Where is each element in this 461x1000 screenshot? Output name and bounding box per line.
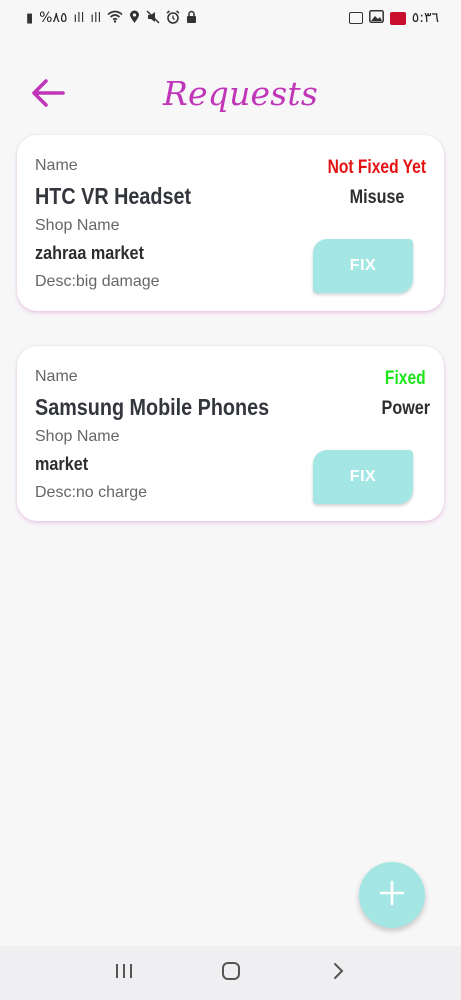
page-title: Requests xyxy=(163,74,319,113)
location-icon xyxy=(129,10,140,27)
back-button[interactable] xyxy=(28,78,68,112)
clock: ٥:٣٦ xyxy=(411,10,439,26)
name-label: Name xyxy=(35,157,78,174)
home-button[interactable] xyxy=(211,953,251,993)
wifi-icon xyxy=(107,10,123,26)
fix-button[interactable]: FIX xyxy=(313,450,413,504)
name-label: Name xyxy=(35,368,78,385)
battery-icon: ▮ xyxy=(26,10,34,26)
back-chevron-icon xyxy=(331,961,345,986)
notification-icon xyxy=(348,12,363,24)
lock-icon xyxy=(186,10,197,27)
mute-icon xyxy=(146,9,160,27)
fix-button[interactable]: FIX xyxy=(313,239,413,293)
problem-type: Power xyxy=(381,398,430,419)
status-badge: Fixed xyxy=(385,368,426,389)
description: Desc:no charge xyxy=(35,484,148,501)
shop-label: Shop Name xyxy=(35,217,120,234)
request-card[interactable]: Name HTC VR Headset Shop Name zahraa mar… xyxy=(17,135,444,311)
plus-icon xyxy=(379,880,405,911)
recent-apps-button[interactable] xyxy=(104,953,144,993)
app-header: Requests xyxy=(0,72,461,122)
recent-apps-icon xyxy=(114,962,134,985)
description: Desc:big damage xyxy=(35,273,160,290)
app-notification-icon xyxy=(389,11,406,25)
product-name: Samsung Mobile Phones xyxy=(35,394,270,420)
shop-name: market xyxy=(35,454,89,474)
request-card[interactable]: Name Samsung Mobile Phones Shop Name mar… xyxy=(17,346,444,521)
add-request-button[interactable] xyxy=(359,862,425,928)
product-name: HTC VR Headset xyxy=(35,183,192,209)
shop-label: Shop Name xyxy=(35,428,120,445)
system-nav-bar xyxy=(0,946,461,1000)
status-right: ٥:٣٦ xyxy=(348,10,439,26)
nav-back-button[interactable] xyxy=(318,953,358,993)
status-badge: Not Fixed Yet xyxy=(327,157,426,178)
gallery-icon xyxy=(368,10,384,26)
signal-icon: ıll xyxy=(73,10,85,26)
home-icon xyxy=(221,961,241,986)
shop-name: zahraa market xyxy=(35,243,144,263)
status-bar: ▮ %٨٥ ıll ıll ٥:٣٦ xyxy=(0,0,461,36)
battery-percent: %٨٥ xyxy=(39,10,68,26)
status-left: ▮ %٨٥ ıll ıll xyxy=(26,9,197,27)
signal-icon-2: ıll xyxy=(90,10,102,26)
problem-type: Misuse xyxy=(349,187,404,208)
alarm-icon xyxy=(166,9,180,27)
arrow-left-icon xyxy=(30,78,66,113)
